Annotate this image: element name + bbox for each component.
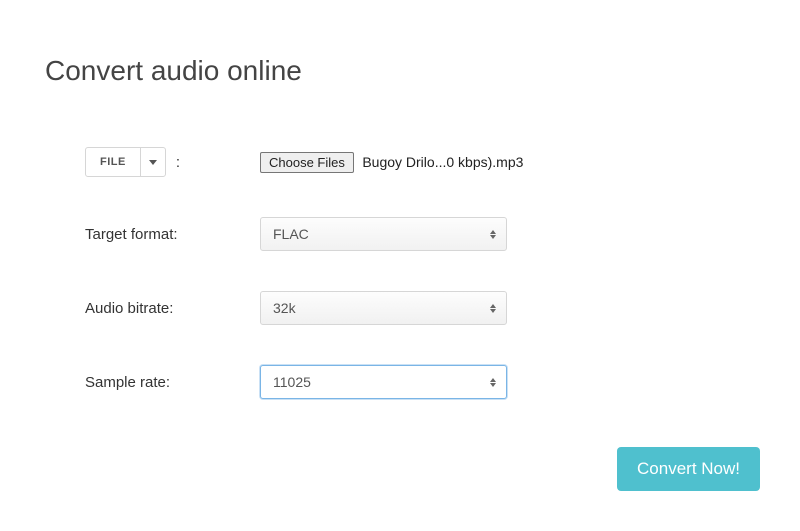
audio-bitrate-value: 32k (273, 300, 296, 316)
sample-rate-row: Sample rate: 11025 (85, 365, 755, 399)
file-source-dropdown-toggle[interactable] (141, 148, 165, 176)
audio-bitrate-row: Audio bitrate: 32k (85, 291, 755, 325)
sample-rate-value: 11025 (273, 374, 311, 390)
file-source-button[interactable]: FILE (86, 148, 141, 176)
choose-files-button[interactable]: Choose Files (260, 152, 354, 173)
audio-bitrate-select[interactable]: 32k (260, 291, 507, 325)
file-source-col: FILE : (85, 147, 260, 177)
target-format-row: Target format: FLAC (85, 217, 755, 251)
audio-bitrate-label: Audio bitrate: (85, 300, 260, 317)
selected-filename: Bugoy Drilo...0 kbps).mp3 (362, 154, 523, 170)
file-source-colon: : (176, 154, 180, 171)
file-source-split-button[interactable]: FILE (85, 147, 166, 177)
convert-now-button[interactable]: Convert Now! (617, 447, 760, 491)
caret-down-icon (149, 160, 157, 165)
target-format-select[interactable]: FLAC (260, 217, 507, 251)
sample-rate-label: Sample rate: (85, 374, 260, 391)
up-down-arrows-icon (490, 230, 496, 239)
file-row: FILE : Choose Files Bugoy Drilo...0 kbps… (85, 147, 755, 177)
up-down-arrows-icon (490, 378, 496, 387)
page-title: Convert audio online (45, 55, 755, 87)
target-format-value: FLAC (273, 226, 309, 242)
up-down-arrows-icon (490, 304, 496, 313)
target-format-label: Target format: (85, 226, 260, 243)
file-picker-col: Choose Files Bugoy Drilo...0 kbps).mp3 (260, 152, 523, 173)
convert-form: FILE : Choose Files Bugoy Drilo...0 kbps… (45, 147, 755, 399)
sample-rate-select[interactable]: 11025 (260, 365, 507, 399)
